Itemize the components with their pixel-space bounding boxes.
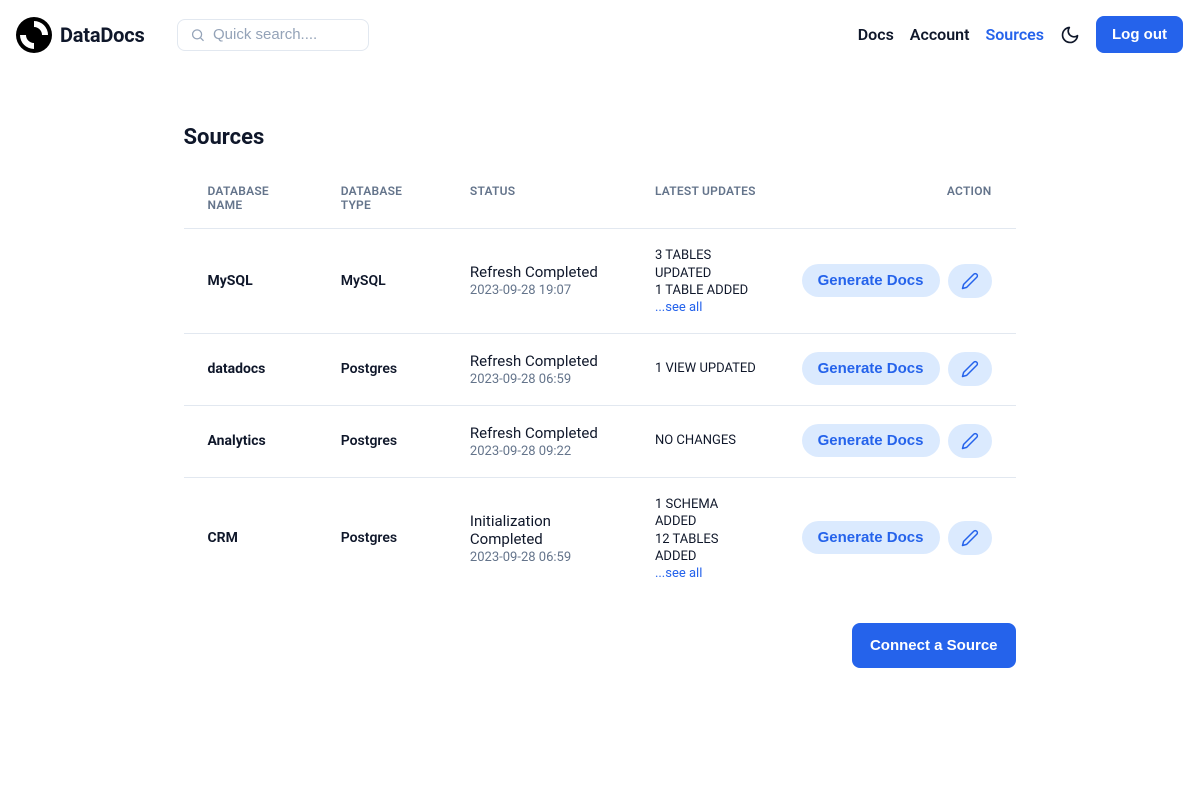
- theme-toggle[interactable]: [1060, 25, 1080, 45]
- nav-sources[interactable]: Sources: [985, 25, 1044, 44]
- cell-database-name: Analytics: [184, 405, 317, 477]
- th-database-name: DATABASE NAME: [184, 174, 317, 229]
- table-row: AnalyticsPostgres Refresh Completed 2023-0…: [184, 405, 1016, 477]
- page-title: Sources: [184, 125, 1016, 150]
- cell-action: Generate Docs: [778, 229, 1016, 334]
- connect-source-wrap: Connect a Source: [184, 623, 1016, 668]
- nav-right: Docs Account Sources Log out: [858, 16, 1183, 53]
- pencil-icon: [961, 432, 979, 450]
- cell-database-type: Postgres: [317, 477, 446, 599]
- cell-status: Refresh Completed 2023-09-28 06:59: [446, 333, 631, 405]
- status-time: 2023-09-28 06:59: [470, 550, 615, 565]
- status-title: Refresh Completed: [470, 263, 615, 281]
- nav-docs[interactable]: Docs: [858, 25, 894, 44]
- status-time: 2023-09-28 09:22: [470, 444, 615, 459]
- pencil-icon: [961, 529, 979, 547]
- th-database-type: DATABASE TYPE: [317, 174, 446, 229]
- cell-action: Generate Docs: [778, 405, 1016, 477]
- cell-status: Refresh Completed 2023-09-28 09:22: [446, 405, 631, 477]
- pencil-icon: [961, 360, 979, 378]
- moon-icon: [1060, 25, 1080, 45]
- th-action: ACTION: [778, 174, 1016, 229]
- edit-source-button[interactable]: [948, 521, 992, 555]
- cell-status: Initialization Completed 2023-09-28 06:59: [446, 477, 631, 599]
- table-row: CRMPostgres Initialization Completed 2023-…: [184, 477, 1016, 599]
- cell-database-name: CRM: [184, 477, 317, 599]
- cell-latest-updates: 1 SCHEMA ADDED12 TABLES ADDED...see all: [631, 477, 778, 599]
- table-row: MySQLMySQL Refresh Completed 2023-09-28 19…: [184, 229, 1016, 334]
- th-status: STATUS: [446, 174, 631, 229]
- see-all-link[interactable]: ...see all: [655, 300, 762, 315]
- generate-docs-button[interactable]: Generate Docs: [802, 424, 940, 457]
- cell-latest-updates: 1 VIEW UPDATED: [631, 333, 778, 405]
- status-title: Initialization Completed: [470, 512, 615, 548]
- see-all-link[interactable]: ...see all: [655, 566, 762, 581]
- status-time: 2023-09-28 06:59: [470, 372, 615, 387]
- logo-icon: [16, 17, 52, 53]
- edit-source-button[interactable]: [948, 352, 992, 386]
- th-latest-updates: LATEST UPDATES: [631, 174, 778, 229]
- update-line: 1 SCHEMA ADDED: [655, 496, 762, 531]
- cell-database-type: MySQL: [317, 229, 446, 334]
- edit-source-button[interactable]: [948, 424, 992, 458]
- update-line: 1 TABLE ADDED: [655, 282, 762, 300]
- main-content: Sources DATABASE NAME DATABASE TYPE STAT…: [184, 69, 1016, 668]
- logout-button[interactable]: Log out: [1096, 16, 1183, 53]
- status-title: Refresh Completed: [470, 352, 615, 370]
- update-line: 3 TABLES UPDATED: [655, 247, 762, 282]
- edit-source-button[interactable]: [948, 264, 992, 298]
- update-line: 12 TABLES ADDED: [655, 531, 762, 566]
- search-box[interactable]: [177, 19, 369, 51]
- generate-docs-button[interactable]: Generate Docs: [802, 352, 940, 385]
- pencil-icon: [961, 272, 979, 290]
- cell-database-type: Postgres: [317, 333, 446, 405]
- connect-source-button[interactable]: Connect a Source: [852, 623, 1016, 668]
- brand-name: DataDocs: [60, 23, 145, 47]
- cell-database-type: Postgres: [317, 405, 446, 477]
- nav-account[interactable]: Account: [910, 25, 970, 44]
- cell-latest-updates: 3 TABLES UPDATED1 TABLE ADDED...see all: [631, 229, 778, 334]
- cell-database-name: datadocs: [184, 333, 317, 405]
- generate-docs-button[interactable]: Generate Docs: [802, 521, 940, 554]
- table-row: datadocsPostgres Refresh Completed 2023-09…: [184, 333, 1016, 405]
- cell-latest-updates: NO CHANGES: [631, 405, 778, 477]
- update-line: 1 VIEW UPDATED: [655, 360, 762, 378]
- cell-action: Generate Docs: [778, 333, 1016, 405]
- cell-status: Refresh Completed 2023-09-28 19:07: [446, 229, 631, 334]
- generate-docs-button[interactable]: Generate Docs: [802, 264, 940, 297]
- sources-table: DATABASE NAME DATABASE TYPE STATUS LATES…: [184, 174, 1016, 599]
- brand[interactable]: DataDocs: [16, 17, 145, 53]
- status-time: 2023-09-28 19:07: [470, 283, 615, 298]
- search-icon: [190, 26, 205, 44]
- status-title: Refresh Completed: [470, 424, 615, 442]
- cell-database-name: MySQL: [184, 229, 317, 334]
- update-line: NO CHANGES: [655, 432, 762, 450]
- app-header: DataDocs Docs Account Sources Log out: [0, 0, 1199, 69]
- cell-action: Generate Docs: [778, 477, 1016, 599]
- search-input[interactable]: [213, 26, 356, 43]
